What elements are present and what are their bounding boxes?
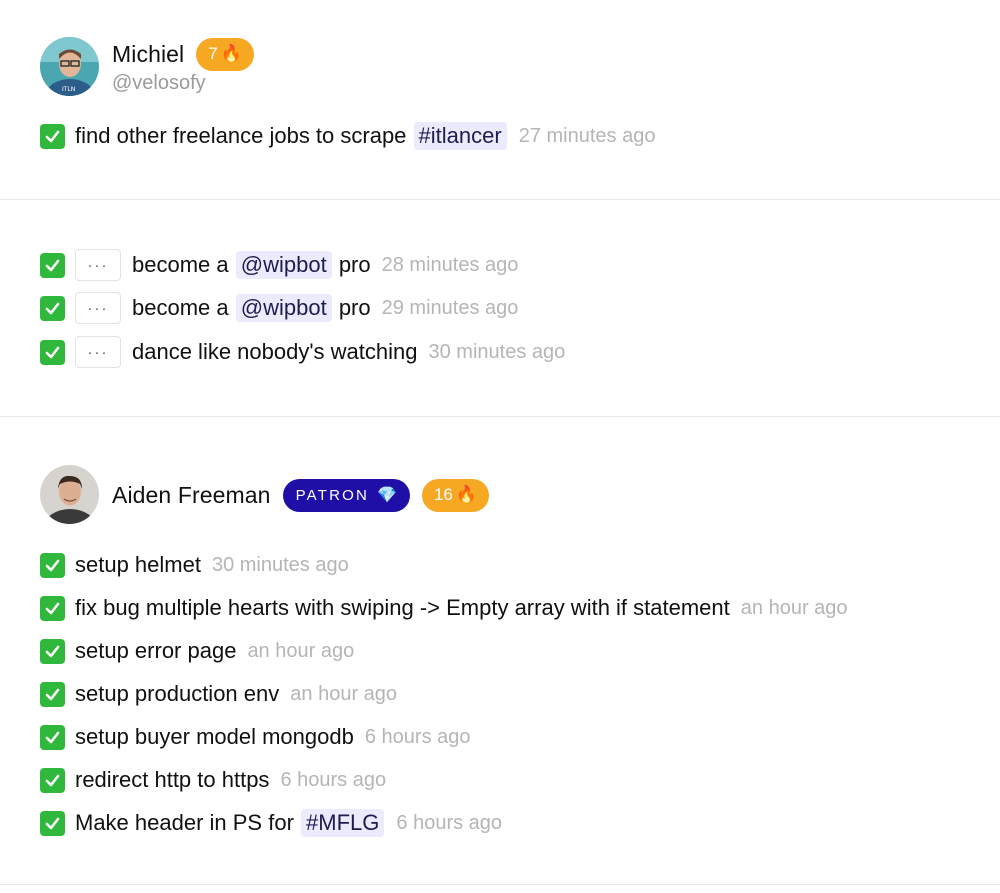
mention-link[interactable]: @wipbot (235, 294, 332, 322)
mention-link[interactable]: @wipbot (235, 251, 332, 279)
svg-text:ITLN: ITLN (62, 86, 75, 93)
todo-text: setup error page (75, 638, 237, 663)
todo-item: ··· dance like nobody's watching 30 minu… (40, 336, 566, 368)
checkmark-icon (40, 810, 65, 836)
user-handle[interactable]: @velosofy (112, 72, 254, 95)
timestamp: 6 hours ago (396, 811, 503, 834)
timestamp: an hour ago (247, 639, 355, 662)
fire-icon: 🔥 (220, 44, 242, 63)
checkmark-icon (40, 638, 65, 664)
todo-text-start: become a (132, 252, 229, 277)
todo-item: ··· become a @wipbot pro 29 minutes ago (40, 292, 519, 324)
timestamp: an hour ago (290, 682, 398, 705)
todo-item: Make header in PS for #MFLG 6 hours ago (40, 808, 502, 838)
todo-text: redirect http to https (75, 767, 270, 792)
timestamp: 27 minutes ago (518, 124, 656, 147)
user-name[interactable]: Aiden Freeman (112, 482, 271, 509)
checkmark-icon (40, 252, 65, 278)
todo-text: fix bug multiple hearts with swiping -> … (75, 595, 730, 620)
gem-icon: 💎 (377, 487, 397, 504)
timestamp: an hour ago (740, 596, 848, 619)
checkmark-icon (40, 295, 65, 321)
timestamp: 30 minutes ago (211, 553, 349, 576)
divider (0, 416, 1000, 417)
checkmark-icon (40, 123, 65, 149)
timestamp: 28 minutes ago (381, 253, 519, 276)
todo-item: setup helmet 30 minutes ago (40, 550, 349, 580)
timestamp: 30 minutes ago (428, 340, 566, 363)
checkmark-icon (40, 767, 65, 793)
checkmark-icon (40, 724, 65, 750)
streak-count: 16 (433, 485, 453, 504)
more-options-button[interactable]: ··· (75, 249, 121, 281)
timestamp: 6 hours ago (280, 768, 387, 791)
streak-badge: 7 🔥 (196, 37, 254, 71)
user-header: Aiden Freeman PATRON 💎 16 🔥 (40, 465, 490, 524)
more-options-button[interactable]: ··· (75, 336, 121, 368)
checkmark-icon (40, 681, 65, 707)
fire-icon: 🔥 (455, 485, 478, 504)
divider (0, 884, 1000, 885)
todo-item: ··· become a @wipbot pro 28 minutes ago (40, 249, 519, 281)
todo-text: become a @wipbot pro (132, 251, 371, 279)
user-name[interactable]: Michiel (112, 41, 184, 68)
streak-count: 7 (208, 44, 218, 63)
avatar[interactable]: ITLN (40, 37, 99, 96)
todo-text-start: become a (132, 295, 229, 320)
hashtag-link[interactable]: #MFLG (301, 809, 385, 837)
todo-text-end: pro (338, 295, 371, 320)
todo-item: setup buyer model mongodb 6 hours ago (40, 722, 471, 752)
checkmark-icon (40, 339, 65, 365)
timestamp: 29 minutes ago (381, 296, 519, 319)
todo-text: setup helmet (75, 552, 201, 577)
checkmark-icon (40, 552, 65, 578)
patron-badge[interactable]: PATRON 💎 (282, 478, 410, 512)
todo-item: fix bug multiple hearts with swiping -> … (40, 593, 848, 623)
todo-text: setup buyer model mongodb (75, 724, 354, 749)
avatar-michiel: ITLN (40, 37, 99, 96)
todo-text-end: pro (338, 252, 371, 277)
patron-label: PATRON (295, 486, 370, 504)
user-header: ITLN Michiel 7 🔥 @velosofy (40, 37, 254, 96)
todo-text: Make header in PS for #MFLG (75, 809, 385, 837)
hashtag-link[interactable]: #itlancer (413, 122, 507, 150)
todo-text-start: find other freelance jobs to scrape (75, 123, 407, 148)
streak-badge: 16 🔥 (421, 478, 490, 512)
todo-text: find other freelance jobs to scrape #itl… (75, 122, 508, 150)
todo-text: become a @wipbot pro (132, 294, 371, 322)
todo-item: redirect http to https 6 hours ago (40, 765, 386, 795)
avatar-aiden (40, 465, 99, 524)
timestamp: 6 hours ago (364, 725, 471, 748)
todo-text-start: Make header in PS for (75, 810, 294, 835)
todo-item: setup production env an hour ago (40, 679, 397, 709)
checkmark-icon (40, 595, 65, 621)
activity-feed: ITLN Michiel 7 🔥 @velosofy find other fr… (0, 0, 1000, 893)
more-options-button[interactable]: ··· (75, 292, 121, 324)
todo-item: setup error page an hour ago (40, 636, 354, 666)
avatar[interactable] (40, 465, 99, 524)
todo-text: dance like nobody's watching (132, 339, 418, 364)
todo-item: find other freelance jobs to scrape #itl… (40, 121, 655, 151)
todo-text: setup production env (75, 681, 280, 706)
divider (0, 199, 1000, 200)
